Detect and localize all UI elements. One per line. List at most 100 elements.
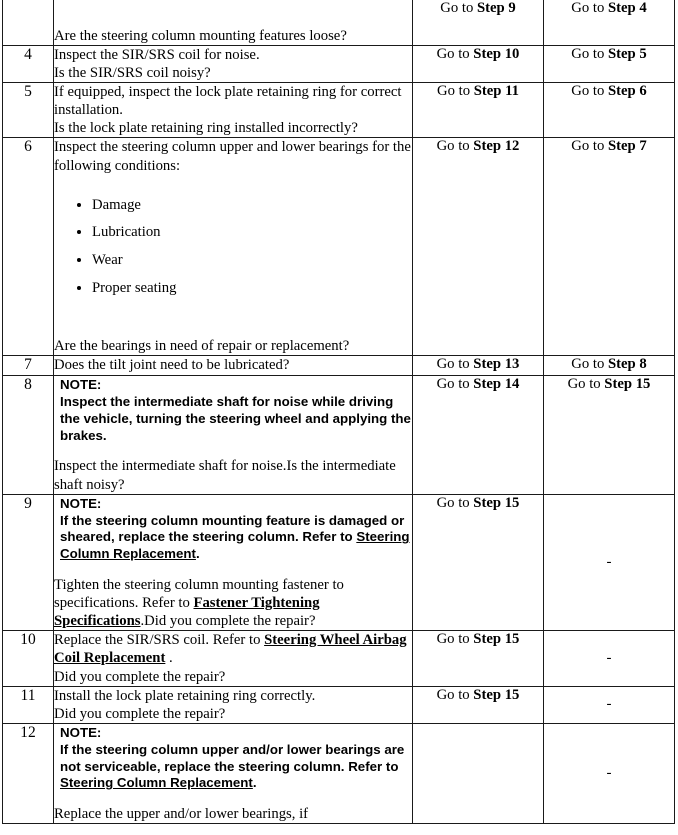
yes-target-step[interactable]: Step 15 — [473, 631, 519, 647]
yes-result-cell: Go to Step 10 — [412, 45, 544, 84]
no-dash: - — [606, 649, 612, 666]
no-target-step[interactable]: Step 5 — [608, 46, 647, 62]
note-text: If the steering column upper and/or lowe… — [54, 742, 412, 793]
step-number-cell: 4 — [2, 45, 54, 84]
no-result-cell: Go to Step 15 — [543, 374, 675, 495]
no-prefix: Go to — [571, 356, 608, 373]
yes-target-step[interactable]: Step 12 — [473, 138, 519, 154]
no-result-cell: - — [543, 685, 675, 724]
table-row: 8 NOTE: Inspect the intermediate shaft f… — [2, 374, 675, 495]
action-text: Install the lock plate retaining ring co… — [54, 687, 316, 722]
table-row: 5 If equipped, inspect the lock plate re… — [2, 82, 675, 139]
table-row: 6 Inspect the steering column upper and … — [2, 137, 675, 357]
note-label: NOTE: — [60, 724, 102, 740]
action-cell: Install the lock plate retaining ring co… — [53, 685, 413, 724]
no-result-cell: - — [543, 493, 675, 632]
table-row: 7 Does the tilt joint need to be lubrica… — [2, 355, 675, 376]
no-result-cell: Go to Step 4 — [543, 0, 675, 47]
no-prefix: Go to — [571, 46, 608, 63]
yes-result-cell: Go to Step 9 — [412, 0, 544, 47]
yes-result-cell — [412, 722, 544, 825]
action-question-text: Are the bearings in need of repair or re… — [54, 338, 350, 355]
yes-target-step[interactable]: Step 15 — [473, 495, 519, 511]
no-dash: - — [606, 696, 612, 713]
step-number-cell: 6 — [2, 137, 54, 357]
action-cell: Are the steering column mounting feature… — [53, 0, 413, 47]
no-target-step[interactable]: Step 6 — [608, 83, 647, 99]
action-question-text: Inspect the intermediate shaft for noise… — [54, 458, 396, 493]
list-item: Proper seating — [92, 280, 412, 298]
step-number-cell: 10 — [2, 630, 54, 687]
yes-result-cell: Go to Step 11 — [412, 82, 544, 139]
action-text: Are the steering column mounting feature… — [54, 28, 347, 44]
action-cell: Does the tilt joint need to be lubricate… — [53, 355, 413, 376]
action-text: Tighten the steering column mounting fas… — [54, 576, 412, 630]
no-prefix: Go to — [571, 83, 608, 100]
step-number-cell: 11 — [2, 685, 54, 724]
note-text: If the steering column mounting feature … — [54, 513, 412, 564]
step-number-cell: 12 — [2, 722, 54, 825]
yes-target-step[interactable]: Step 11 — [474, 83, 519, 99]
no-target-step[interactable]: Step 4 — [608, 0, 647, 16]
no-result-cell: - — [543, 722, 675, 825]
step-number-cell — [2, 0, 54, 47]
step-number-cell: 9 — [2, 493, 54, 632]
yes-target-step[interactable]: Step 13 — [473, 356, 519, 372]
yes-prefix: Go to — [436, 631, 474, 648]
yes-result-cell: Go to Step 12 — [412, 137, 544, 357]
no-target-step[interactable]: Step 15 — [604, 376, 650, 392]
step-number-cell: 8 — [2, 374, 54, 495]
yes-prefix: Go to — [440, 0, 477, 16]
diagnostic-table: Are the steering column mounting feature… — [2, 0, 675, 825]
yes-prefix: Go to — [436, 686, 474, 703]
yes-prefix: Go to — [436, 494, 474, 511]
table-row: 9 NOTE: If the steering column mounting … — [2, 493, 675, 632]
no-target-step[interactable]: Step 7 — [608, 138, 647, 154]
action-cell: Inspect the steering column upper and lo… — [53, 137, 413, 357]
yes-target-step[interactable]: Step 15 — [473, 687, 519, 703]
body-tail-text: .Did you complete the repair? — [140, 613, 316, 630]
no-dash: - — [606, 553, 612, 570]
note-lead-text: If the steering column upper and/or lowe… — [60, 741, 405, 774]
document-page: Are the steering column mounting feature… — [0, 0, 678, 835]
no-result-cell: Go to Step 5 — [543, 45, 675, 84]
no-prefix: Go to — [571, 138, 608, 155]
no-dash: - — [606, 765, 612, 782]
yes-prefix: Go to — [436, 356, 474, 373]
no-target-step[interactable]: Step 8 — [608, 356, 647, 372]
no-result-cell: Go to Step 8 — [543, 355, 675, 376]
action-cell: NOTE: If the steering column upper and/o… — [53, 722, 413, 825]
no-result-cell: Go to Step 7 — [543, 137, 675, 357]
table-row: 4 Inspect the SIR/SRS coil for noise. Is… — [2, 45, 675, 84]
xref-link-steering-column-replacement[interactable]: Steering Column Replacement — [60, 775, 253, 790]
step-number-cell: 5 — [2, 82, 54, 139]
yes-prefix: Go to — [436, 83, 474, 100]
yes-target-step[interactable]: Step 9 — [477, 0, 516, 16]
action-cell: Inspect the SIR/SRS coil for noise. Is t… — [53, 45, 413, 84]
table-row: 10 Replace the SIR/SRS coil. Refer to St… — [2, 630, 675, 687]
yes-target-step[interactable]: Step 10 — [473, 46, 519, 62]
yes-result-cell: Go to Step 15 — [412, 685, 544, 724]
conditions-list: Damage Lubrication Wear Proper seating — [54, 197, 412, 298]
yes-prefix: Go to — [436, 138, 474, 155]
table-row: 11 Install the lock plate retaining ring… — [2, 685, 675, 724]
action-cell: NOTE: If the steering column mounting fe… — [53, 493, 413, 632]
yes-prefix: Go to — [436, 375, 474, 392]
list-item: Lubrication — [92, 224, 412, 242]
action-intro-text: Inspect the steering column upper and lo… — [54, 139, 411, 174]
note-label: NOTE: — [60, 376, 102, 392]
yes-result-cell: Go to Step 15 — [412, 630, 544, 687]
note-tail-text: . — [252, 775, 257, 791]
action-text: Replace the SIR/SRS coil. Refer to Steer… — [54, 631, 412, 685]
note-label: NOTE: — [60, 495, 102, 511]
yes-result-cell: Go to Step 15 — [412, 493, 544, 632]
action-text: Inspect the SIR/SRS coil for noise. Is t… — [54, 47, 260, 82]
table-row: 12 NOTE: If the steering column upper an… — [2, 722, 675, 825]
action-cell: If equipped, inspect the lock plate reta… — [53, 82, 413, 139]
yes-target-step[interactable]: Step 14 — [473, 376, 519, 392]
note-lead-text: If the steering column mounting feature … — [60, 512, 405, 545]
yes-result-cell: Go to Step 13 — [412, 355, 544, 376]
action-text-truncated: Replace the upper and/or lower bearings,… — [54, 806, 309, 823]
list-item: Damage — [92, 197, 412, 215]
body-lead-text: Replace the SIR/SRS coil. Refer to — [54, 632, 265, 649]
